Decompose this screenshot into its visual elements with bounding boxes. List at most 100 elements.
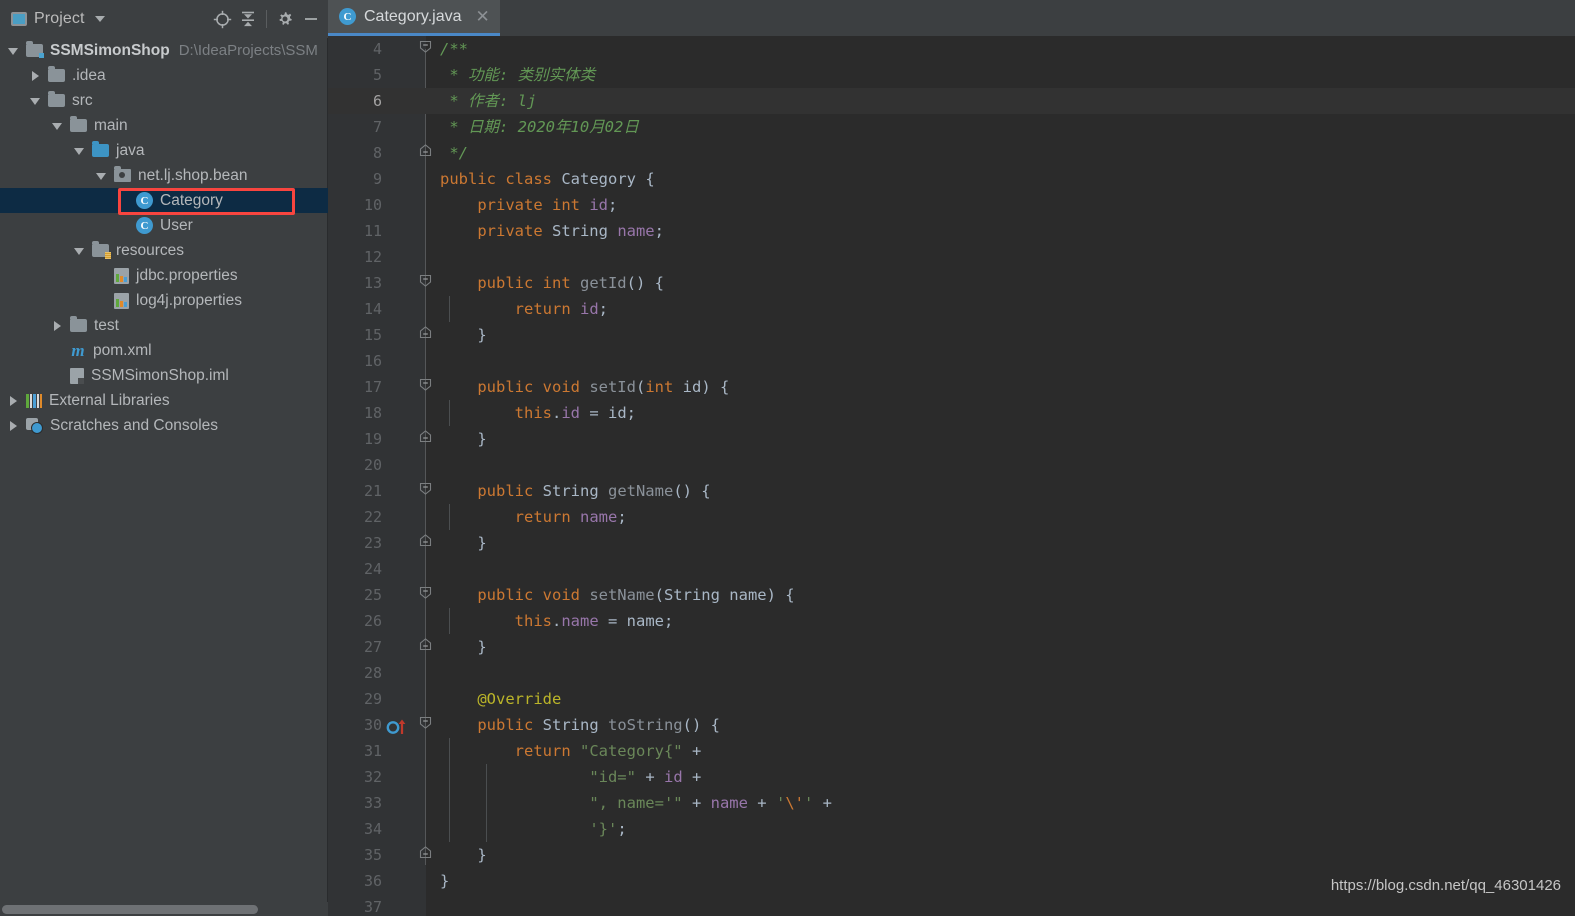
code-line[interactable]: 27 } — [328, 634, 1575, 660]
fold-open-icon[interactable] — [419, 482, 432, 495]
project-panel-hscrollbar-thumb[interactable] — [2, 905, 258, 914]
tree-collapse-icon[interactable] — [74, 245, 86, 257]
code-line[interactable]: 18 this.id = id; — [328, 400, 1575, 426]
code-line[interactable]: 17 public void setId(int id) { — [328, 374, 1575, 400]
line-number[interactable]: 30 — [328, 712, 382, 738]
line-number[interactable]: 22 — [328, 504, 382, 530]
locate-icon[interactable] — [209, 6, 235, 32]
line-number[interactable]: 26 — [328, 608, 382, 634]
line-number[interactable]: 32 — [328, 764, 382, 790]
line-number[interactable]: 21 — [328, 478, 382, 504]
code-line[interactable]: 26 this.name = name; — [328, 608, 1575, 634]
chevron-down-icon[interactable] — [94, 16, 105, 22]
tree-item-user[interactable]: C User — [0, 213, 328, 238]
tree-expand-icon[interactable] — [52, 320, 64, 332]
gear-icon[interactable] — [272, 6, 298, 32]
line-number[interactable]: 10 — [328, 192, 382, 218]
code-line[interactable]: 28 — [328, 660, 1575, 686]
minimize-icon[interactable] — [298, 6, 324, 32]
line-number[interactable]: 19 — [328, 426, 382, 452]
code-line[interactable]: 23 } — [328, 530, 1575, 556]
fold-toggle[interactable] — [416, 478, 436, 504]
project-panel-hscrollbar[interactable] — [0, 902, 328, 916]
project-view-selector[interactable]: Project — [11, 10, 105, 28]
line-number[interactable]: 11 — [328, 218, 382, 244]
code-line[interactable]: 6 * 作者: lj — [328, 88, 1575, 114]
code-line[interactable]: 22 return name; — [328, 504, 1575, 530]
tree-item-java[interactable]: java — [0, 138, 328, 163]
tree-collapse-icon[interactable] — [96, 170, 108, 182]
collapse-all-icon[interactable] — [235, 6, 261, 32]
line-number[interactable]: 25 — [328, 582, 382, 608]
gutter-marker[interactable] — [386, 712, 412, 738]
line-number[interactable]: 16 — [328, 348, 382, 374]
tree-expand-icon[interactable] — [8, 395, 20, 407]
line-number[interactable]: 14 — [328, 296, 382, 322]
fold-toggle[interactable] — [416, 582, 436, 608]
tree-item-ssmsimonshop-iml[interactable]: SSMSimonShop.iml — [0, 363, 328, 388]
editor-tab-category-java[interactable]: C Category.java ✕ — [328, 0, 500, 36]
line-number[interactable]: 8 — [328, 140, 382, 166]
code-line[interactable]: 11 private String name; — [328, 218, 1575, 244]
line-number[interactable]: 7 — [328, 114, 382, 140]
project-tree[interactable]: SSMSimonShop D:\IdeaProjects\SSM .idea src m… — [0, 38, 328, 894]
tree-item-jdbc-properties[interactable]: jdbc.properties — [0, 263, 328, 288]
line-number[interactable]: 12 — [328, 244, 382, 270]
tree-expand-icon[interactable] — [30, 70, 42, 82]
fold-open-icon[interactable] — [419, 586, 432, 599]
fold-toggle[interactable] — [416, 270, 436, 296]
line-number[interactable]: 23 — [328, 530, 382, 556]
fold-toggle[interactable] — [416, 426, 436, 452]
code-line[interactable]: 19 } — [328, 426, 1575, 452]
line-number[interactable]: 29 — [328, 686, 382, 712]
line-number[interactable]: 28 — [328, 660, 382, 686]
tree-item-main[interactable]: main — [0, 113, 328, 138]
line-number[interactable]: 34 — [328, 816, 382, 842]
code-line[interactable]: 5 * 功能: 类别实体类 — [328, 62, 1575, 88]
tree-item-external-libraries[interactable]: External Libraries — [0, 388, 328, 413]
tree-item-test[interactable]: test — [0, 313, 328, 338]
line-number[interactable]: 13 — [328, 270, 382, 296]
line-number[interactable]: 35 — [328, 842, 382, 868]
code-line[interactable]: 29 @Override — [328, 686, 1575, 712]
fold-toggle[interactable] — [416, 530, 436, 556]
code-line[interactable]: 10 private int id; — [328, 192, 1575, 218]
tree-item-pom-xml[interactable]: m pom.xml — [0, 338, 328, 363]
line-number[interactable]: 20 — [328, 452, 382, 478]
code-line[interactable]: 20 — [328, 452, 1575, 478]
code-line[interactable]: 21 public String getName() { — [328, 478, 1575, 504]
code-line[interactable]: 8 */ — [328, 140, 1575, 166]
fold-close-icon[interactable] — [419, 144, 432, 157]
code-line[interactable]: 32 "id=" + id + — [328, 764, 1575, 790]
fold-close-icon[interactable] — [419, 534, 432, 547]
code-line[interactable]: 4 /** — [328, 36, 1575, 62]
line-number[interactable]: 15 — [328, 322, 382, 348]
fold-open-icon[interactable] — [419, 274, 432, 287]
line-number[interactable]: 31 — [328, 738, 382, 764]
line-number[interactable]: 18 — [328, 400, 382, 426]
fold-toggle[interactable] — [416, 36, 436, 62]
line-number[interactable]: 33 — [328, 790, 382, 816]
tree-item-log4j-properties[interactable]: log4j.properties — [0, 288, 328, 313]
tree-collapse-icon[interactable] — [30, 95, 42, 107]
line-number[interactable]: 4 — [328, 36, 382, 62]
line-number[interactable]: 5 — [328, 62, 382, 88]
tree-item-category[interactable]: C Category — [0, 188, 328, 213]
code-line[interactable]: 33 ", name='" + name + '\'' + — [328, 790, 1575, 816]
fold-open-icon[interactable] — [419, 716, 432, 729]
fold-close-icon[interactable] — [419, 638, 432, 651]
fold-open-icon[interactable] — [419, 40, 432, 53]
code-line[interactable]: 12 — [328, 244, 1575, 270]
fold-close-icon[interactable] — [419, 430, 432, 443]
code-line[interactable]: 30 public String toString() { — [328, 712, 1575, 738]
tree-item-scratches-and-consoles[interactable]: Scratches and Consoles — [0, 413, 328, 438]
fold-toggle[interactable] — [416, 374, 436, 400]
tree-item-idea[interactable]: .idea — [0, 63, 328, 88]
code-line[interactable]: 31 return "Category{" + — [328, 738, 1575, 764]
fold-open-icon[interactable] — [419, 378, 432, 391]
tree-item-net-lj-shop-bean[interactable]: net.lj.shop.bean — [0, 163, 328, 188]
code-line[interactable]: 15 } — [328, 322, 1575, 348]
code-line[interactable]: 35 } — [328, 842, 1575, 868]
fold-toggle[interactable] — [416, 712, 436, 738]
line-number[interactable]: 27 — [328, 634, 382, 660]
